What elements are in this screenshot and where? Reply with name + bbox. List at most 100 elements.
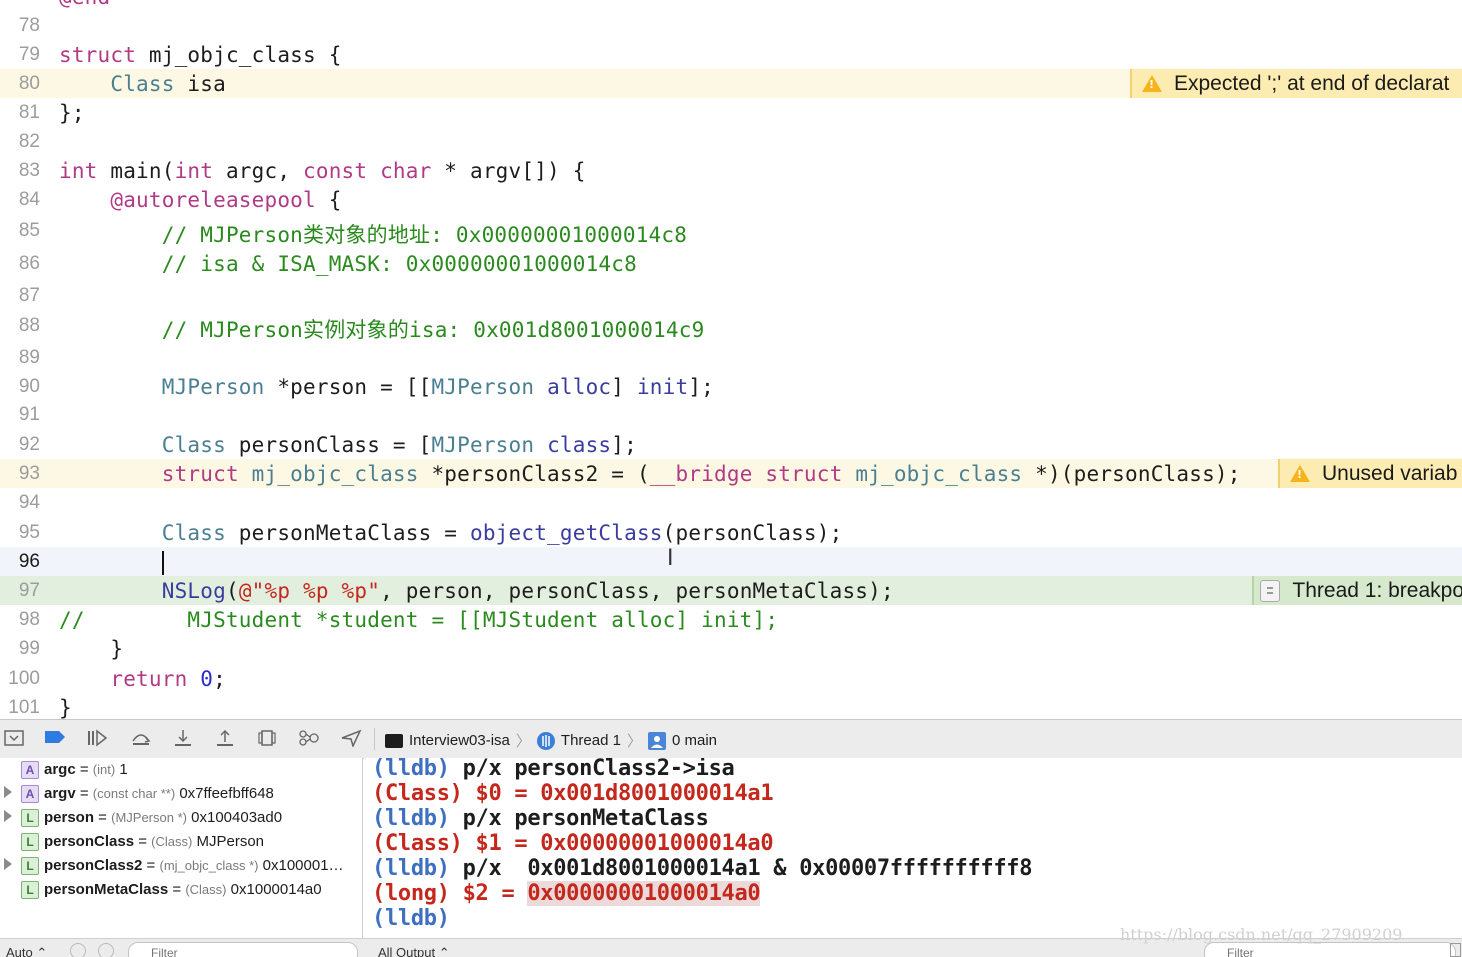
stack-frame-icon [647, 731, 666, 750]
variable-value: MJPerson [196, 833, 265, 850]
code-text: struct mj_objc_class *personClass2 = (__… [161, 462, 1241, 486]
jump-frame[interactable]: 0 main [672, 732, 717, 749]
view-hierarchy-icon[interactable] [256, 729, 278, 749]
info-icon[interactable] [98, 943, 114, 957]
lldb-prompt: (lldb) [372, 758, 450, 781]
code-line: 92 Class personClass = [MJPerson class]; [0, 430, 1462, 459]
line-number: 94 [18, 492, 40, 513]
code-comment: // MJStudent *student = [[MJStudent allo… [59, 608, 779, 632]
breakpoints-toggle-icon[interactable] [44, 729, 66, 749]
result-value: 0x00000001000014a0 [540, 831, 774, 856]
source-editor[interactable]: @end 78 79 struct mj_objc_class { 80 Cla… [0, 0, 1462, 719]
code-text: return 0; [110, 667, 226, 691]
variable-row[interactable]: L personClass2 = (mj_objc_class *) 0x100… [0, 854, 362, 878]
line-number: 85 [18, 220, 40, 241]
variable-row[interactable]: A argv = (const char **) 0x7ffeefbff648 [0, 782, 362, 806]
code-line: 79 struct mj_objc_class { [0, 40, 1462, 69]
line-number: 100 [8, 668, 40, 689]
disclosure-triangle-icon[interactable] [4, 786, 12, 798]
variable-row[interactable]: L personClass = (Class) MJPerson [0, 830, 362, 854]
line-number: 93 [18, 463, 40, 484]
continue-icon[interactable] [86, 729, 108, 749]
code-text: MJPerson *person = [[MJPerson alloc] ini… [161, 375, 715, 399]
variable-name: personClass2 [44, 857, 143, 874]
simulate-location-icon[interactable] [340, 729, 362, 749]
variables-view[interactable]: A argc = (int) 1 A argv = (const char **… [0, 758, 363, 938]
eye-icon[interactable] [70, 943, 86, 957]
variable-name: person [44, 809, 95, 826]
code-line-breakpoint: 97 NSLog(@"%p %p %p", person, personClas… [0, 576, 1462, 605]
step-into-icon[interactable] [172, 729, 194, 749]
variable-value: 0x7ffeefbff648 [179, 785, 274, 802]
line-number: 97 [18, 580, 40, 601]
warning-triangle-icon [1142, 75, 1162, 92]
line-number: 98 [18, 609, 40, 630]
issue-error-banner[interactable]: Expected ';' at end of declarat [1130, 69, 1462, 98]
watermark-text: https://blog.csdn.net/qq_27909209 [1120, 925, 1403, 944]
code-text: } [59, 696, 72, 719]
hide-debug-area-icon[interactable] [4, 729, 24, 749]
code-line: 100 return 0; [0, 664, 1462, 693]
result-value-highlighted: 0x00000001000014a0 [527, 881, 761, 906]
console-command: p/x 0x001d8001000014a1 & 0x00007ffffffff… [449, 856, 1033, 881]
local-badge: L [21, 833, 39, 851]
variable-name: argv [44, 785, 76, 802]
code-line-warning: 80 Class isa Expected ';' at end of decl… [0, 69, 1462, 98]
line-number: 88 [18, 315, 40, 336]
lldb-prompt: (lldb) [372, 856, 450, 881]
disclosure-triangle-icon[interactable] [4, 810, 12, 822]
issue-warning-banner[interactable]: Unused variab [1278, 459, 1462, 488]
result-prefix: (Class) $1 = [372, 831, 541, 856]
variable-row[interactable]: A argc = (int) 1 [0, 758, 362, 782]
variable-row[interactable]: L personMetaClass = (Class) 0x1000014a0 [0, 878, 362, 902]
code-line: 99 } [0, 634, 1462, 663]
variable-value: 0x100403ad0 [191, 809, 283, 826]
variable-row[interactable]: L person = (MJPerson *) 0x100403ad0 [0, 806, 362, 830]
thread-breakpoint-banner[interactable]: Thread 1: breakpo [1252, 576, 1462, 605]
variable-name: argc [44, 761, 76, 778]
jump-target[interactable]: Interview03-isa [409, 732, 510, 749]
variable-type: (mj_objc_class *) [159, 858, 259, 873]
disclosure-triangle-icon[interactable] [4, 858, 12, 870]
code-line: 90 MJPerson *person = [[MJPerson alloc] … [0, 372, 1462, 401]
argument-badge: A [21, 785, 39, 803]
memory-graph-icon[interactable] [298, 729, 320, 749]
trash-icon[interactable] [1450, 943, 1461, 957]
console-line: (lldb) p/x 0x001d8001000014a1 & 0x00007f… [372, 856, 1033, 881]
line-number: 83 [18, 160, 40, 181]
code-line: 85 // MJPerson类对象的地址: 0x00000001000014c8 [0, 216, 1462, 247]
chevron-right-icon: 〉 [515, 733, 531, 750]
jump-thread[interactable]: Thread 1 [561, 732, 621, 749]
code-text: Class personMetaClass = object_getClass(… [161, 521, 843, 545]
line-number: 78 [18, 15, 40, 36]
code-line-current[interactable]: 96 [0, 547, 1462, 576]
line-number: 87 [18, 285, 40, 306]
issue-message: Unused variab [1322, 461, 1458, 485]
variables-filter-input[interactable] [128, 942, 358, 957]
step-over-icon[interactable] [130, 729, 152, 749]
debug-console[interactable]: (lldb) p/x personClass2->isa (Class) $0 … [364, 758, 1462, 938]
jump-bar[interactable]: Interview03-isa 〉 Thread 1 〉 0 main [385, 730, 717, 751]
code-line: 78 [0, 11, 1462, 40]
code-text: @autoreleasepool { [110, 188, 342, 212]
code-line: 87 [0, 281, 1462, 310]
line-number: 95 [18, 522, 40, 543]
local-badge: L [21, 809, 39, 827]
step-out-icon[interactable] [214, 729, 236, 749]
line-number: 99 [18, 638, 40, 659]
variable-type: (Class) [151, 834, 193, 849]
code-text: Class isa [110, 72, 226, 96]
console-command: p/x personClass2->isa [449, 758, 735, 781]
console-filter-input[interactable] [1204, 942, 1456, 957]
code-text: Class personClass = [MJPerson class]; [161, 433, 637, 457]
code-comment: // MJPerson实例对象的isa: 0x001d8001000014c9 [59, 318, 705, 342]
ibeam-cursor-icon: I [667, 546, 674, 571]
output-scope-popup[interactable]: All Output ⌃ [378, 945, 450, 957]
code-line: 91 [0, 400, 1462, 429]
auto-scope-popup[interactable]: Auto ⌃ [6, 945, 47, 957]
variable-value: 0x100001… [262, 857, 344, 874]
code-line: @end [0, 0, 1462, 11]
warning-triangle-icon [1290, 465, 1310, 482]
code-line: 83 int main(int argc, const char * argv[… [0, 156, 1462, 185]
line-number: 79 [18, 44, 40, 65]
